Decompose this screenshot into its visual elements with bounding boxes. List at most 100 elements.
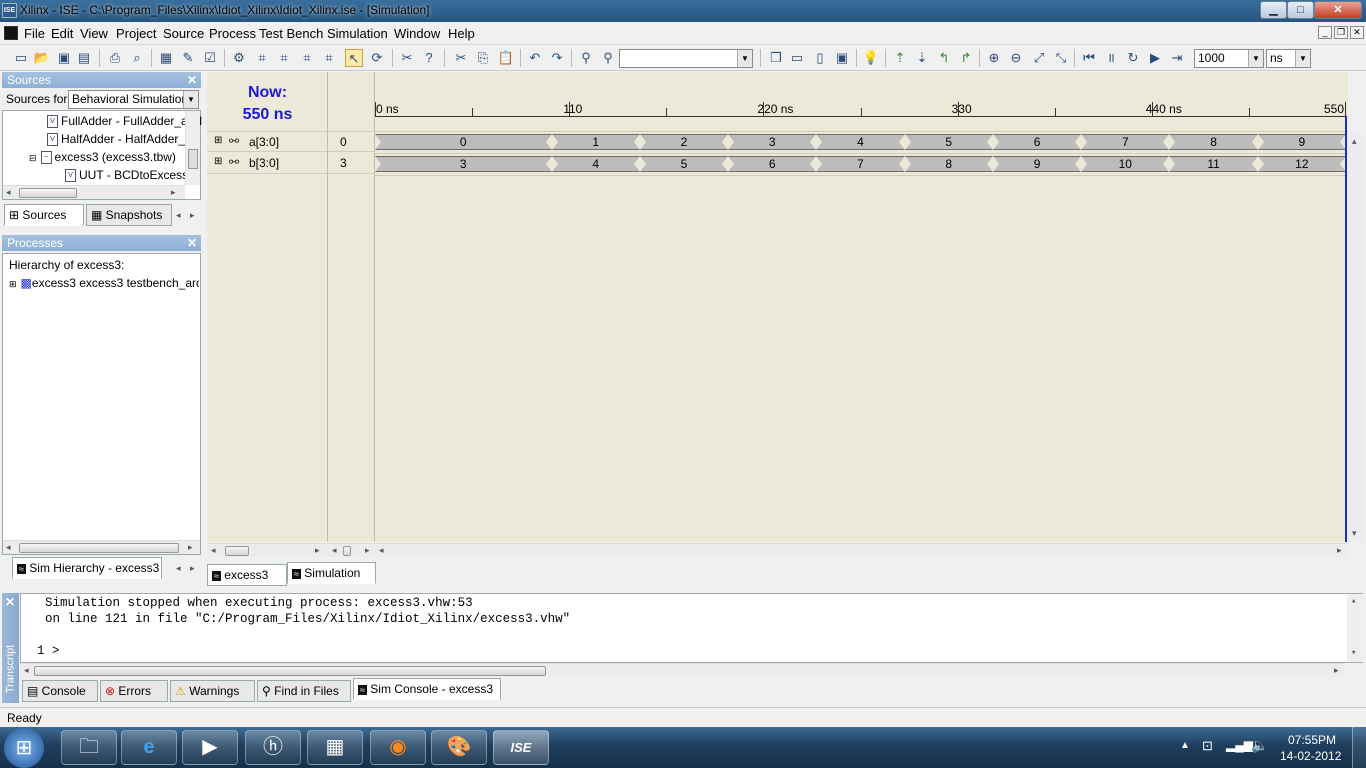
tab-sim-hierarchy[interactable]: ≈ Sim Hierarchy - excess3 <box>12 557 162 579</box>
tab-find-in-files[interactable]: ⚲ Find in Files <box>257 680 351 702</box>
mdi-restore-button[interactable]: ❐ <box>1334 26 1348 39</box>
show-desktop-button[interactable] <box>1352 727 1366 768</box>
waveform-b[interactable]: 3 4 5 6 7 8 9 10 11 12 <box>375 156 1347 172</box>
bus-segment[interactable]: 2 <box>639 134 729 150</box>
console-vscrollbar[interactable]: ▴ ▾ <box>1347 594 1363 662</box>
zoom-fit-icon[interactable]: ⤢ <box>1030 49 1048 67</box>
firefox-icon[interactable]: ◉ <box>370 730 426 765</box>
tab-excess3[interactable]: ≈ excess3 <box>207 564 287 586</box>
pause-icon[interactable]: ॥ <box>1102 49 1120 67</box>
lightbulb-icon[interactable]: 💡 <box>862 49 880 67</box>
hierarchy-icon-3[interactable]: ⌗ <box>298 49 316 67</box>
console-prompt[interactable]: 1 > <box>37 644 60 658</box>
bus-segment[interactable]: 6 <box>992 134 1082 150</box>
clock-time[interactable]: 07:55PM <box>1288 733 1336 747</box>
expand-icon[interactable]: ⊞ <box>214 156 222 167</box>
tab-sources[interactable]: ⊞ Sources <box>4 204 84 226</box>
checkbox-icon[interactable]: ☑ <box>201 49 219 67</box>
console-output[interactable]: Simulation stopped when executing proces… <box>20 593 1363 663</box>
mdi-close-button[interactable]: ✕ <box>1350 26 1364 39</box>
bus-segment[interactable]: 9 <box>992 156 1082 172</box>
hierarchy-icon-4[interactable]: ⌗ <box>320 49 338 67</box>
sources-hscrollbar[interactable]: ◂ ▸ <box>3 185 185 199</box>
hierarchy-icon[interactable]: ⌗ <box>253 49 271 67</box>
run-time-combo[interactable]: 1000 ▼ <box>1194 49 1264 68</box>
internet-explorer-icon[interactable]: e <box>121 730 177 765</box>
save-icon[interactable]: ▣ <box>55 49 73 67</box>
wave-hscrollbar[interactable]: ◂ ▸ <box>375 543 1348 557</box>
undo-icon[interactable]: ↶ <box>526 49 544 67</box>
tree-item-uut[interactable]: V UUT - BCDtoExcess3 <box>65 168 185 183</box>
zoom-out-icon[interactable]: ⊖ <box>1007 49 1025 67</box>
start-button[interactable]: ⊞ <box>4 728 44 768</box>
tree-item-fulladder[interactable]: V FullAdder - FullAdder_ar (I <box>47 114 202 129</box>
bus-segment[interactable]: 7 <box>816 156 905 172</box>
time-unit-combo[interactable]: ns ▼ <box>1266 49 1311 68</box>
sources-for-combo[interactable]: Behavioral Simulation ▼ <box>68 90 199 109</box>
tab-scroll-right-icon[interactable]: ▸ <box>190 210 195 221</box>
chevron-down-icon[interactable]: ▼ <box>1248 50 1263 67</box>
run-for-time-icon[interactable]: ⇥ <box>1168 49 1186 67</box>
menu-edit[interactable]: Edit <box>51 26 73 41</box>
open-folder-icon[interactable]: 📂 <box>33 49 51 67</box>
hp-icon[interactable]: ⓗ <box>245 730 301 765</box>
bus-segment[interactable]: 8 <box>904 156 994 172</box>
refresh-icon[interactable]: ⟳ <box>368 49 386 67</box>
bus-segment[interactable]: 0 <box>375 134 552 150</box>
menu-test-bench[interactable]: Test Bench <box>259 26 323 41</box>
console-hscrollbar[interactable]: ◂ ▸ <box>20 663 1345 677</box>
redo-icon[interactable]: ↷ <box>548 49 566 67</box>
find-icon[interactable]: ⚲ <box>577 49 595 67</box>
bus-segment[interactable]: 12 <box>1257 156 1347 172</box>
names-hscrollbar[interactable]: ◂ ▸ ◂ ▸ <box>207 543 375 557</box>
tools-icon[interactable]: ✂ <box>398 49 416 67</box>
menu-simulation[interactable]: Simulation <box>327 26 388 41</box>
bus-segment[interactable]: 5 <box>639 156 729 172</box>
volume-icon[interactable]: 🔈 <box>1251 737 1268 754</box>
bus-segment[interactable]: 7 <box>1081 134 1170 150</box>
tab-scroll-left-icon[interactable]: ◂ <box>176 563 181 574</box>
menu-view[interactable]: View <box>80 26 108 41</box>
edit-source-icon[interactable]: ✎ <box>179 49 197 67</box>
step-back-icon[interactable]: ↰ <box>935 49 953 67</box>
bus-segment[interactable]: 10 <box>1081 156 1170 172</box>
cut-icon[interactable]: ✂ <box>452 49 470 67</box>
step-forward-icon[interactable]: ↱ <box>957 49 975 67</box>
zoom-full-icon[interactable]: ⤡ <box>1052 49 1070 67</box>
close-button[interactable]: ✕ <box>1314 1 1362 19</box>
signal-row[interactable]: ⊞ ⚯ b[3:0] <box>207 153 327 174</box>
bus-segment[interactable]: 5 <box>904 134 994 150</box>
show-hidden-icons-icon[interactable]: ▲ <box>1180 740 1190 751</box>
tab-sim-console[interactable]: ≈ Sim Console - excess3 <box>353 678 501 700</box>
close-icon[interactable]: ✕ <box>187 235 197 251</box>
menu-project[interactable]: Project <box>116 26 156 41</box>
menu-source[interactable]: Source <box>163 26 204 41</box>
tab-scroll-left-icon[interactable]: ◂ <box>176 210 181 221</box>
ise-taskbar-icon[interactable]: ISE <box>493 730 549 765</box>
tab-snapshots[interactable]: ▦ Snapshots <box>86 204 172 226</box>
menu-process[interactable]: Process <box>209 26 256 41</box>
waveform-pane[interactable]: 0 ns 110 220 ns 330 440 ns 550 0123456789 345… <box>375 72 1348 542</box>
signal-name[interactable]: a[3:0] <box>249 135 279 149</box>
tree-item-testbench[interactable]: ⊞ ▩excess3 excess3 testbench_arch <box>9 276 199 290</box>
tile-vertical-icon[interactable]: ▯ <box>811 49 829 67</box>
bus-segment[interactable]: 1 <box>551 134 641 150</box>
chip-icon[interactable]: ⚙ <box>230 49 248 67</box>
tab-warnings[interactable]: ⚠ Warnings <box>170 680 255 702</box>
clock-date[interactable]: 14-02-2012 <box>1280 749 1341 763</box>
pointer-mode-icon[interactable]: ↖ <box>345 49 363 67</box>
explorer-icon[interactable]: 🗀 <box>61 730 117 765</box>
tab-scroll-right-icon[interactable]: ▸ <box>190 563 195 574</box>
expand-icon[interactable]: ⊞ <box>214 135 222 146</box>
office-icon[interactable]: ▦ <box>307 730 363 765</box>
close-icon[interactable]: ✕ <box>5 595 15 609</box>
zoom-in-icon[interactable]: ⊕ <box>985 49 1003 67</box>
bus-segment[interactable]: 4 <box>551 156 641 172</box>
download-icon[interactable]: ⇣ <box>913 49 931 67</box>
current-time-cursor[interactable] <box>1345 116 1347 542</box>
find-in-files-icon[interactable]: ⚲ <box>599 49 617 67</box>
hierarchy-icon-2[interactable]: ⌗ <box>275 49 293 67</box>
tile-horizontal-icon[interactable]: ▭ <box>788 49 806 67</box>
add-marker-icon[interactable]: ⇡ <box>891 49 909 67</box>
expand-icon[interactable]: ⊞ <box>9 279 17 289</box>
